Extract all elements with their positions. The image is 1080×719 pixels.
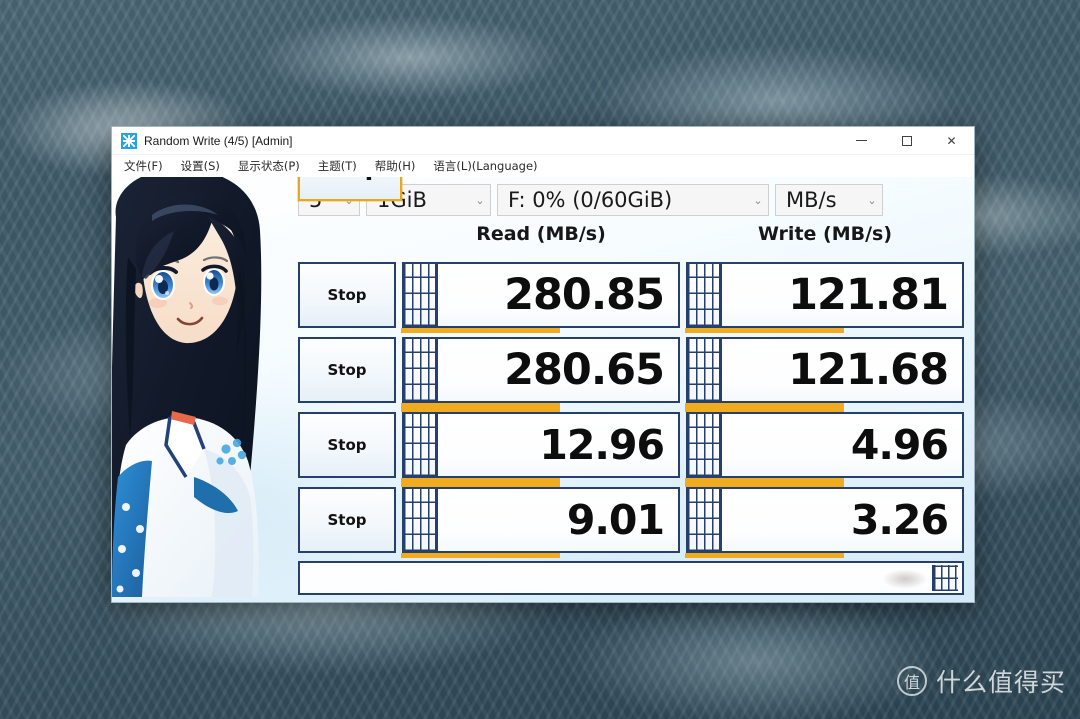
write-value-box-2: 121.68: [685, 337, 964, 408]
write-value-box-1: 121.81: [685, 262, 964, 333]
window-title: Random Write (4/5) [Admin]: [144, 133, 293, 148]
smzdm-watermark-text: 什么值得买: [935, 668, 1066, 697]
menu-item-theme[interactable]: 主题(T): [309, 156, 366, 176]
benchmark-content: 5 ⌄ 1GiB ⌄ F: 0% (0/60GiB) ⌄ MB/s ⌄: [112, 177, 974, 602]
stop-all-button[interactable]: Stop: [298, 177, 402, 201]
table-row: Stop 280.85 121.81: [298, 262, 964, 333]
accent-bar: [401, 407, 560, 412]
chevron-down-icon: ⌄: [753, 193, 763, 207]
read-value-box-3: 12.96: [401, 407, 680, 483]
accent-bar: [401, 553, 560, 558]
target-drive-value: F: 0% (0/60GiB): [508, 187, 673, 212]
table-row: Stop 12.96 4.96: [298, 407, 964, 483]
menu-item-language[interactable]: 语言(L)(Language): [424, 156, 546, 176]
stop-button-rnd4k-q32t1[interactable]: Stop: [298, 412, 396, 478]
read-value-1: 280.85: [504, 269, 665, 320]
write-value-2: 121.68: [788, 344, 949, 395]
read-value-box-4: 9.01: [401, 482, 680, 558]
write-column-header: Write (MB/s): [757, 223, 893, 245]
menu-item-settings[interactable]: 设置(S): [172, 156, 229, 176]
menu-item-file[interactable]: 文件(F): [115, 156, 172, 176]
unit-value: MB/s: [786, 187, 837, 212]
smzdm-badge-icon: 值: [896, 666, 927, 696]
maximize-icon: [901, 135, 912, 146]
crystaldiskmark-icon: [121, 132, 137, 149]
column-headers: Read (MB/s) Write (MB/s): [122, 217, 964, 245]
shoji-grid-icon: [404, 339, 438, 401]
accent-bar: [685, 407, 844, 412]
shoji-grid-icon: [404, 264, 438, 326]
menu-item-display[interactable]: 显示状态(P): [229, 156, 309, 176]
read-value-3: 12.96: [539, 420, 665, 469]
minimize-icon: [856, 140, 867, 141]
unit-dropdown[interactable]: MB/s ⌄: [775, 184, 883, 216]
shoji-grid-icon: [688, 414, 722, 476]
chevron-down-icon: ⌄: [475, 193, 485, 207]
accent-bar: [685, 553, 844, 558]
table-row: Stop 9.01 3.26: [298, 482, 964, 558]
write-value-box-4: 3.26: [685, 482, 964, 558]
target-drive-dropdown[interactable]: F: 0% (0/60GiB) ⌄: [497, 184, 769, 216]
write-value-4: 3.26: [850, 495, 949, 544]
close-icon: ✕: [946, 133, 957, 148]
read-value-4: 9.01: [566, 495, 665, 544]
crystaldiskmark-window: Random Write (4/5) [Admin] ✕ 文件(F) 设置(S)…: [111, 126, 975, 603]
menu-bar: 文件(F) 设置(S) 显示状态(P) 主题(T) 帮助(H) 语言(L)(La…: [112, 155, 974, 177]
shoji-grid-icon: [688, 339, 722, 401]
menu-item-help[interactable]: 帮助(H): [366, 156, 425, 176]
write-value-1: 121.81: [788, 269, 949, 320]
write-value-box-3: 4.96: [685, 407, 964, 483]
app-body: 5 ⌄ 1GiB ⌄ F: 0% (0/60GiB) ⌄ MB/s ⌄: [112, 177, 974, 602]
smzdm-watermark: 值 什么值得买: [896, 663, 1066, 699]
accent-bar: [685, 482, 844, 487]
shoji-grid-icon: [932, 565, 958, 591]
stop-button-seq1m-q1t1[interactable]: Stop: [298, 337, 396, 403]
maximize-button[interactable]: [884, 127, 929, 155]
read-value-box-1: 280.85: [401, 262, 680, 333]
shoji-grid-icon: [404, 489, 438, 551]
read-value-box-2: 280.65: [401, 337, 680, 408]
accent-bar: [401, 328, 560, 333]
chevron-down-icon: ⌄: [867, 193, 877, 207]
accent-bar: [401, 482, 560, 487]
close-button[interactable]: ✕: [929, 127, 974, 155]
toolbar: 5 ⌄ 1GiB ⌄ F: 0% (0/60GiB) ⌄ MB/s ⌄: [122, 183, 964, 217]
result-rows: Stop Stop 280.85 121.81: [122, 177, 964, 558]
minimize-button[interactable]: [839, 127, 884, 155]
accent-bar: [685, 328, 844, 333]
desktop: 值 什么值得买 Random Write (4/5) [Admin] ✕ 文件(…: [0, 0, 1080, 719]
read-value-2: 280.65: [504, 344, 665, 395]
shoji-grid-icon: [404, 414, 438, 476]
table-row: Stop 280.65 121.68: [298, 337, 964, 408]
progress-decoration: [882, 569, 928, 589]
title-bar[interactable]: Random Write (4/5) [Admin] ✕: [112, 127, 974, 155]
status-progress-bar: [298, 561, 964, 595]
stop-button-seq1m-q8t1[interactable]: Stop: [298, 262, 396, 328]
stop-button-rnd4k-q1t1[interactable]: Stop: [298, 487, 396, 553]
read-column-header: Read (MB/s): [476, 223, 606, 245]
shoji-grid-icon: [688, 489, 722, 551]
shoji-grid-icon: [688, 264, 722, 326]
write-value-3: 4.96: [850, 420, 949, 469]
